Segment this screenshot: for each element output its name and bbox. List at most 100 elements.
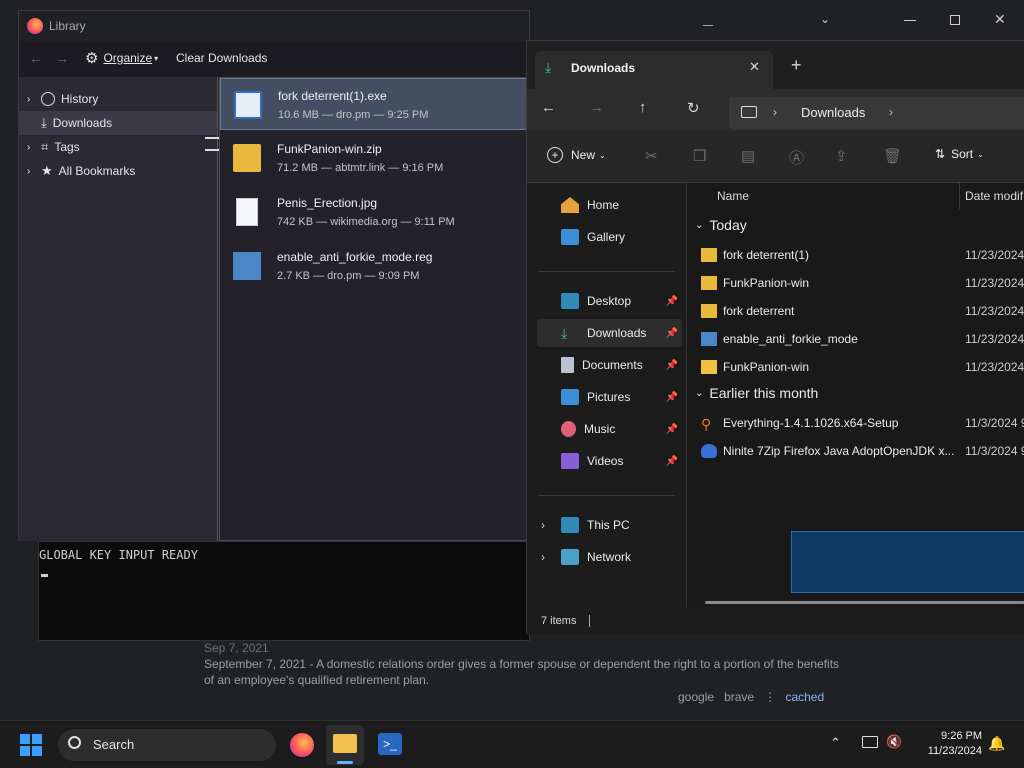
new-button[interactable]: + New ⌄ xyxy=(547,147,606,163)
speaker-muted-icon[interactable]: 🔇 xyxy=(886,734,902,750)
selection-rectangle xyxy=(791,531,1024,593)
forward-arrow-icon[interactable]: → xyxy=(55,50,69,66)
column-header-name[interactable]: Name xyxy=(717,189,749,203)
nav-item-desktop[interactable]: Desktop 📌 xyxy=(537,287,682,315)
console-window[interactable]: GLOBAL KEY INPUT READY xyxy=(38,541,530,641)
close-icon[interactable]: ✕ xyxy=(994,11,1006,28)
gear-icon: ⚙ xyxy=(85,50,99,67)
gallery-icon xyxy=(561,229,579,245)
file-row[interactable]: enable_anti_forkie_mode 11/23/2024 xyxy=(701,325,1024,353)
back-arrow-icon[interactable]: ← xyxy=(541,99,556,116)
notification-bell-icon[interactable]: 🔔 xyxy=(988,735,1005,752)
pin-icon[interactable]: 📌 xyxy=(666,328,678,339)
library-titlebar[interactable]: Library xyxy=(19,11,713,41)
chevron-down-icon[interactable]: ⌄ xyxy=(820,12,830,26)
file-name: fork deterrent(1) xyxy=(723,248,810,262)
minimize-icon[interactable] xyxy=(904,20,916,21)
pin-icon[interactable]: 📌 xyxy=(666,296,678,307)
sidebar-item-history[interactable]: › History xyxy=(19,87,217,111)
download-item[interactable]: enable_anti_forkie_mode.reg 2.7 KB — dro… xyxy=(220,240,528,292)
pin-icon[interactable]: 📌 xyxy=(666,360,678,371)
file-row[interactable]: ⚲ Everything-1.4.1.1026.x64-Setup 11/3/202… xyxy=(701,409,1024,437)
download-item[interactable]: fork deterrent(1).exe 10.6 MB — dro.pm —… xyxy=(220,78,528,130)
link-google[interactable]: google xyxy=(678,690,714,704)
sidebar-item-downloads[interactable]: ⤓ Downloads xyxy=(19,111,217,135)
restore-icon[interactable] xyxy=(950,15,960,25)
firefox-taskbar-icon[interactable] xyxy=(290,733,314,757)
new-tab-icon[interactable]: + xyxy=(791,55,802,76)
organize-button[interactable]: ⚙ Organize ▾ xyxy=(85,49,158,67)
file-explorer-window: ⤓ Downloads ✕ + ← → ↑ ↻ › Downloads › + … xyxy=(526,40,1024,635)
cut-icon[interactable]: ✂ xyxy=(645,147,658,165)
forward-arrow-icon[interactable]: → xyxy=(589,99,604,116)
nav-item-network[interactable]: › Network xyxy=(537,543,682,571)
chevron-right-icon[interactable]: › xyxy=(541,550,545,564)
file-row[interactable]: FunkPanion-win 11/23/2024 xyxy=(701,269,1024,297)
chevron-right-icon[interactable]: › xyxy=(541,518,545,532)
divider xyxy=(539,495,675,496)
up-arrow-icon[interactable]: ↑ xyxy=(639,99,647,116)
powershell-taskbar-icon[interactable]: >_ xyxy=(378,733,402,755)
download-name: FunkPanion-win.zip xyxy=(277,142,382,156)
nav-item-gallery[interactable]: Gallery xyxy=(537,223,682,251)
tab-downloads[interactable]: ⤓ Downloads ✕ xyxy=(535,51,773,89)
download-item[interactable]: FunkPanion-win.zip 71.2 MB — abtmtr.link… xyxy=(220,132,528,184)
clock-time: 9:26 PM xyxy=(941,730,982,742)
group-header-today[interactable]: ⌄ Today xyxy=(695,217,747,233)
nav-item-home[interactable]: Home xyxy=(537,191,682,219)
sort-button[interactable]: ⇅ Sort ⌄ xyxy=(935,147,984,161)
share-icon[interactable]: ⇪ xyxy=(835,147,848,165)
nav-item-videos[interactable]: Videos 📌 xyxy=(537,447,682,475)
display-icon[interactable] xyxy=(862,736,878,748)
nav-item-pictures[interactable]: Pictures 📌 xyxy=(537,383,682,411)
pin-icon[interactable]: 📌 xyxy=(666,424,678,435)
sidebar-item-all-bookmarks[interactable]: › ★ All Bookmarks xyxy=(19,159,217,183)
library-title: Library xyxy=(49,19,86,33)
nav-item-label: Home xyxy=(587,198,620,212)
chevron-up-icon[interactable]: ⌃ xyxy=(830,735,841,751)
file-row[interactable]: Ninite 7Zip Firefox Java AdoptOpenJDK x.… xyxy=(701,437,1024,465)
file-explorer-taskbar-icon[interactable] xyxy=(326,725,364,765)
nav-item-documents[interactable]: Documents 📌 xyxy=(537,351,682,379)
horizontal-scrollbar[interactable] xyxy=(705,601,1024,604)
chevron-right-icon: › xyxy=(889,105,893,119)
nav-item-downloads[interactable]: ⤓ Downloads 📌 xyxy=(537,319,682,347)
pin-icon[interactable]: 📌 xyxy=(666,392,678,403)
library-sidebar: › History ⤓ Downloads › ⌗ Tags › ★ All B… xyxy=(19,77,229,541)
address-bar[interactable]: › Downloads › xyxy=(729,97,1024,129)
file-row[interactable]: FunkPanion-win 11/23/2024 xyxy=(701,353,1024,381)
ninite-icon xyxy=(701,444,717,458)
rename-icon[interactable]: Ⓐ xyxy=(789,147,804,168)
file-row[interactable]: fork deterrent 11/23/2024 xyxy=(701,297,1024,325)
paste-icon[interactable]: ▤ xyxy=(741,147,755,165)
nav-item-this-pc[interactable]: › This PC xyxy=(537,511,682,539)
clear-downloads-button[interactable]: Clear Downloads xyxy=(176,51,267,65)
link-brave[interactable]: brave xyxy=(724,690,754,704)
minimize-icon[interactable] xyxy=(703,25,713,26)
taskbar-search-box[interactable]: Search xyxy=(58,729,276,761)
group-header-earlier[interactable]: ⌄ Earlier this month xyxy=(695,385,818,401)
nav-item-music[interactable]: Music 📌 xyxy=(537,415,682,443)
download-meta: 71.2 MB — abtmtr.link — 9:16 PM xyxy=(277,162,444,174)
close-tab-icon[interactable]: ✕ xyxy=(749,59,760,75)
file-list: Name Date modif ⌄ Today fork deterrent(1)… xyxy=(687,183,1024,607)
link-cached[interactable]: cached xyxy=(785,690,824,704)
search-icon xyxy=(68,736,81,749)
link-separator: ⋮ xyxy=(764,690,777,704)
home-icon xyxy=(561,197,579,213)
pin-icon[interactable]: 📌 xyxy=(666,456,678,467)
active-indicator xyxy=(337,761,353,764)
search-label: Search xyxy=(93,737,135,752)
column-divider[interactable] xyxy=(959,183,960,209)
back-arrow-icon[interactable]: ← xyxy=(29,50,43,66)
windows-start-icon[interactable] xyxy=(20,734,42,756)
download-item[interactable]: Penis_Erection.jpg 742 KB — wikimedia.or… xyxy=(220,186,528,238)
delete-icon[interactable]: 🗑 xyxy=(883,147,902,165)
column-header-date[interactable]: Date modif xyxy=(965,189,1023,203)
copy-icon[interactable]: ❐ xyxy=(693,147,706,165)
refresh-icon[interactable]: ↻ xyxy=(687,99,700,117)
sidebar-item-tags[interactable]: › ⌗ Tags xyxy=(19,135,217,159)
library-window: Library ← → ⚙ Organize ▾ Clear Downloads… xyxy=(18,10,713,541)
taskbar-clock[interactable]: 9:26 PM 11/23/2024 xyxy=(912,729,982,759)
file-row[interactable]: fork deterrent(1) 11/23/2024 xyxy=(701,241,1024,269)
